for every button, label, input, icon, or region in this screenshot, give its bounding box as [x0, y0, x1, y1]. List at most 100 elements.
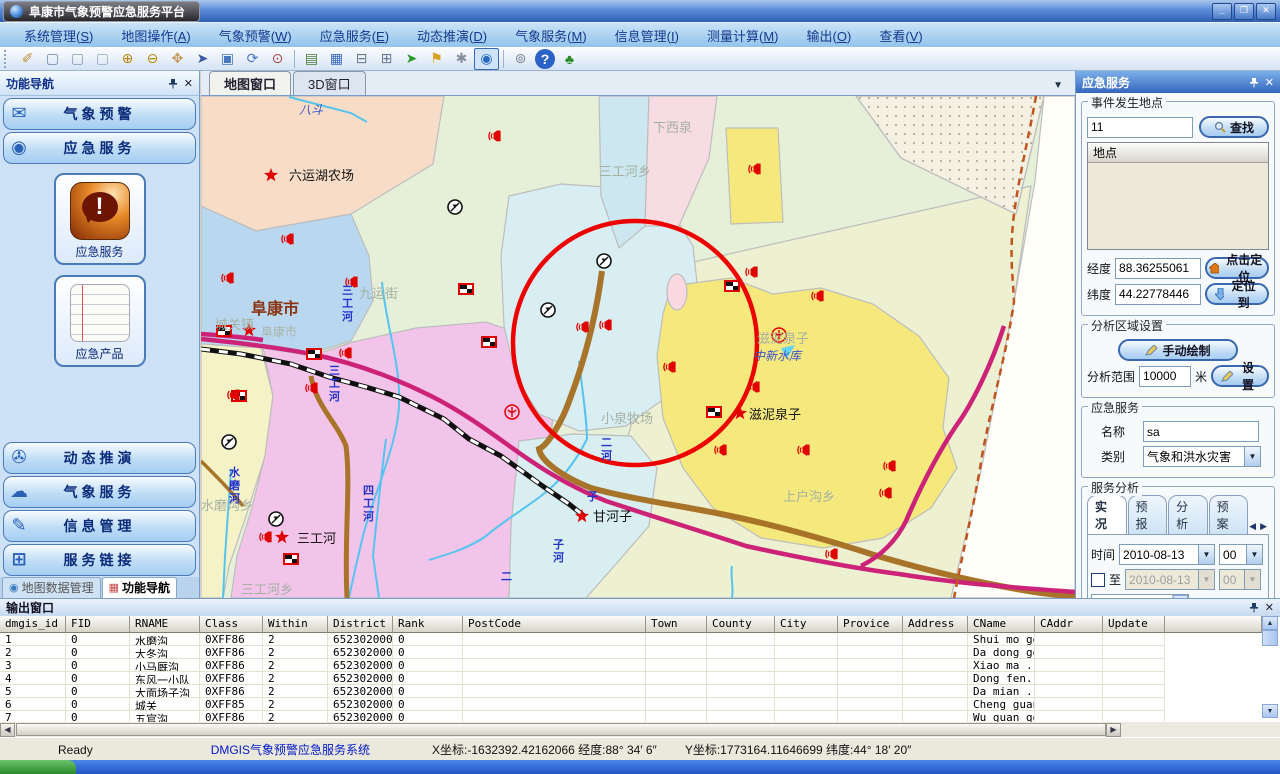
locate-to-button[interactable]: 定位到 — [1205, 283, 1269, 305]
maximize-button[interactable]: ❐ — [1234, 3, 1254, 20]
left-tab-1[interactable]: ▦功能导航 — [102, 577, 177, 598]
sidebar-item-bottom3[interactable]: ⊞服务链接 — [3, 544, 196, 576]
pan-icon[interactable]: ✥ — [165, 48, 190, 70]
column-header[interactable]: Within — [263, 616, 328, 633]
column-header[interactable]: District — [328, 616, 393, 633]
scroll-up-icon[interactable]: ▲ — [1262, 616, 1278, 630]
table-row[interactable]: 60城关0XFF8526523020000Cheng guan — [0, 698, 1262, 711]
sidebar-item-top0[interactable]: ✉气象预警 — [3, 98, 196, 130]
table-row[interactable]: 20大冬沟0XFF8626523020000Da dong gou — [0, 646, 1262, 659]
close-button[interactable]: ✕ — [1256, 3, 1276, 20]
pointer-icon[interactable]: ➤ — [190, 48, 215, 70]
identify-icon[interactable]: ⊙ — [265, 48, 290, 70]
zoom-in-icon[interactable]: ⊕ — [115, 48, 140, 70]
zoom-out-icon[interactable]: ⊖ — [140, 48, 165, 70]
sidebar-item-bottom1[interactable]: ☁气象服务 — [3, 476, 196, 508]
menu-item-9[interactable]: 查看(V) — [865, 26, 936, 45]
pin-icon[interactable] — [168, 78, 178, 89]
scroll-thumb[interactable] — [16, 723, 1106, 736]
sidebar-item-bottom2[interactable]: ✎信息管理 — [3, 510, 196, 542]
column-header[interactable]: dmgis_id — [0, 616, 66, 633]
column-header[interactable]: CName — [968, 616, 1035, 633]
column-header[interactable]: RNAME — [130, 616, 200, 633]
column-header[interactable]: FID — [66, 616, 130, 633]
result-grid[interactable]: dmgis_idFIDRNAMEClassWithinDistrictRankP… — [0, 616, 1262, 722]
run-arrow-icon[interactable]: ➤ — [399, 48, 424, 70]
analysis-tab-0[interactable]: 实况 — [1087, 495, 1127, 534]
start-button-fragment[interactable] — [0, 760, 76, 774]
combo-dropdown-icon[interactable]: ▼ — [1246, 544, 1263, 565]
help-icon[interactable]: ? — [535, 49, 555, 69]
close-panel-icon[interactable]: ✕ — [1265, 76, 1274, 89]
sidebar-item-bottom0[interactable]: ✇动态推演 — [3, 442, 196, 474]
location-list-body[interactable] — [1088, 163, 1268, 249]
service-type-combo[interactable]: ▼ — [1143, 446, 1261, 467]
analysis-tab-1[interactable]: 预报 — [1128, 495, 1168, 534]
toolbar-grip[interactable] — [4, 50, 10, 68]
click-locate-button[interactable]: 点击定位 — [1205, 257, 1269, 279]
analysis-range-input[interactable] — [1139, 366, 1191, 387]
tile-emergency[interactable]: !应急服务 — [54, 173, 146, 265]
service-name-input[interactable] — [1143, 421, 1259, 442]
layers-icon[interactable]: ▤ — [299, 48, 324, 70]
scroll-down-icon[interactable]: ▼ — [1262, 704, 1278, 718]
location-search-input[interactable] — [1087, 117, 1193, 138]
scroll-left-icon[interactable]: ◀ — [0, 723, 15, 737]
column-header[interactable]: Provice — [838, 616, 903, 633]
menu-item-7[interactable]: 测量计算(M) — [693, 26, 793, 45]
map-tab-dropdown-icon[interactable]: ▼ — [1053, 80, 1063, 91]
column-header[interactable]: Class — [200, 616, 263, 633]
settings-icon[interactable]: ✱ — [449, 48, 474, 70]
location-list[interactable]: 地点 — [1087, 142, 1269, 250]
minimize-button[interactable]: _ — [1212, 3, 1232, 20]
grid-vscrollbar[interactable]: ▲ ▼ — [1262, 616, 1278, 722]
print-preview-icon[interactable]: ⊞ — [374, 48, 399, 70]
column-header[interactable]: Town — [646, 616, 707, 633]
map-tab-1[interactable]: 3D窗口 — [293, 71, 366, 95]
tab-scroll-arrows[interactable]: ◀▶ — [1249, 521, 1269, 534]
hour-value[interactable] — [1219, 544, 1246, 565]
table-row[interactable]: 30小马厩沟0XFF8626523020000Xiao ma ... — [0, 659, 1262, 672]
menu-item-1[interactable]: 地图操作(A) — [107, 26, 204, 45]
hour-combo[interactable]: ▼ — [1219, 544, 1263, 565]
scroll-right-icon[interactable]: ▶ — [1106, 723, 1121, 737]
scroll-thumb[interactable] — [1262, 630, 1278, 646]
to-checkbox[interactable] — [1091, 573, 1105, 587]
menu-item-6[interactable]: 信息管理(I) — [601, 26, 693, 45]
analysis-tab-3[interactable]: 预案 — [1209, 495, 1249, 534]
left-tab-0[interactable]: ◉地图数据管理 — [2, 577, 101, 598]
date-value[interactable] — [1119, 544, 1198, 565]
column-header[interactable]: Update — [1103, 616, 1165, 633]
menu-item-2[interactable]: 气象预警(W) — [205, 26, 306, 45]
set-range-button[interactable]: 设置 — [1211, 365, 1269, 387]
menu-item-8[interactable]: 输出(O) — [793, 26, 866, 45]
analysis-tab-2[interactable]: 分析 — [1168, 495, 1208, 534]
tile-product[interactable]: 应急产品 — [54, 275, 146, 367]
tab-scroll-right-icon[interactable]: ▶ — [1260, 521, 1267, 532]
select-rect-icon[interactable]: ▢ — [40, 48, 65, 70]
tree-icon[interactable]: ♣ — [557, 48, 582, 70]
select-lasso-icon[interactable]: ▢ — [65, 48, 90, 70]
export-map-icon[interactable]: ▦ — [324, 48, 349, 70]
column-header[interactable]: County — [707, 616, 775, 633]
grid-hscrollbar[interactable]: ◀ ▶ — [0, 722, 1280, 737]
table-row[interactable]: 50大面场子沟0XFF8626523020000Da mian ... — [0, 685, 1262, 698]
tab-scroll-left-icon[interactable]: ◀ — [1249, 521, 1256, 532]
table-row[interactable]: 70五官沟0XFF8626523020000Wu guan gou — [0, 711, 1262, 722]
combo-dropdown-icon[interactable]: ▼ — [1198, 544, 1215, 565]
close-panel-icon[interactable]: ✕ — [1265, 601, 1274, 614]
table-row[interactable]: 40东风一小队0XFF8626523020000Dong fen... — [0, 672, 1262, 685]
table-row[interactable]: 10水磨沟0XFF8626523020000Shui mo gou — [0, 633, 1262, 646]
date-combo[interactable]: ▼ — [1119, 544, 1215, 565]
globe-active-icon[interactable]: ◉ — [474, 48, 499, 70]
menu-item-5[interactable]: 气象服务(M) — [501, 26, 601, 45]
eye-icon[interactable]: ⊚ — [508, 48, 533, 70]
refresh-icon[interactable]: ⟳ — [240, 48, 265, 70]
map-tab-0[interactable]: 地图窗口 — [209, 71, 291, 95]
column-header[interactable]: CAddr — [1035, 616, 1103, 633]
menu-item-0[interactable]: 系统管理(S) — [10, 26, 107, 45]
longitude-input[interactable] — [1115, 258, 1201, 279]
latitude-input[interactable] — [1115, 284, 1201, 305]
column-header[interactable]: City — [775, 616, 838, 633]
map-canvas[interactable]: 六运湖农场三工河乡下西泉九运街阜康市城关镇阜康市滋泥泉子中新水库滋泥泉子小泉牧场… — [201, 96, 1075, 598]
